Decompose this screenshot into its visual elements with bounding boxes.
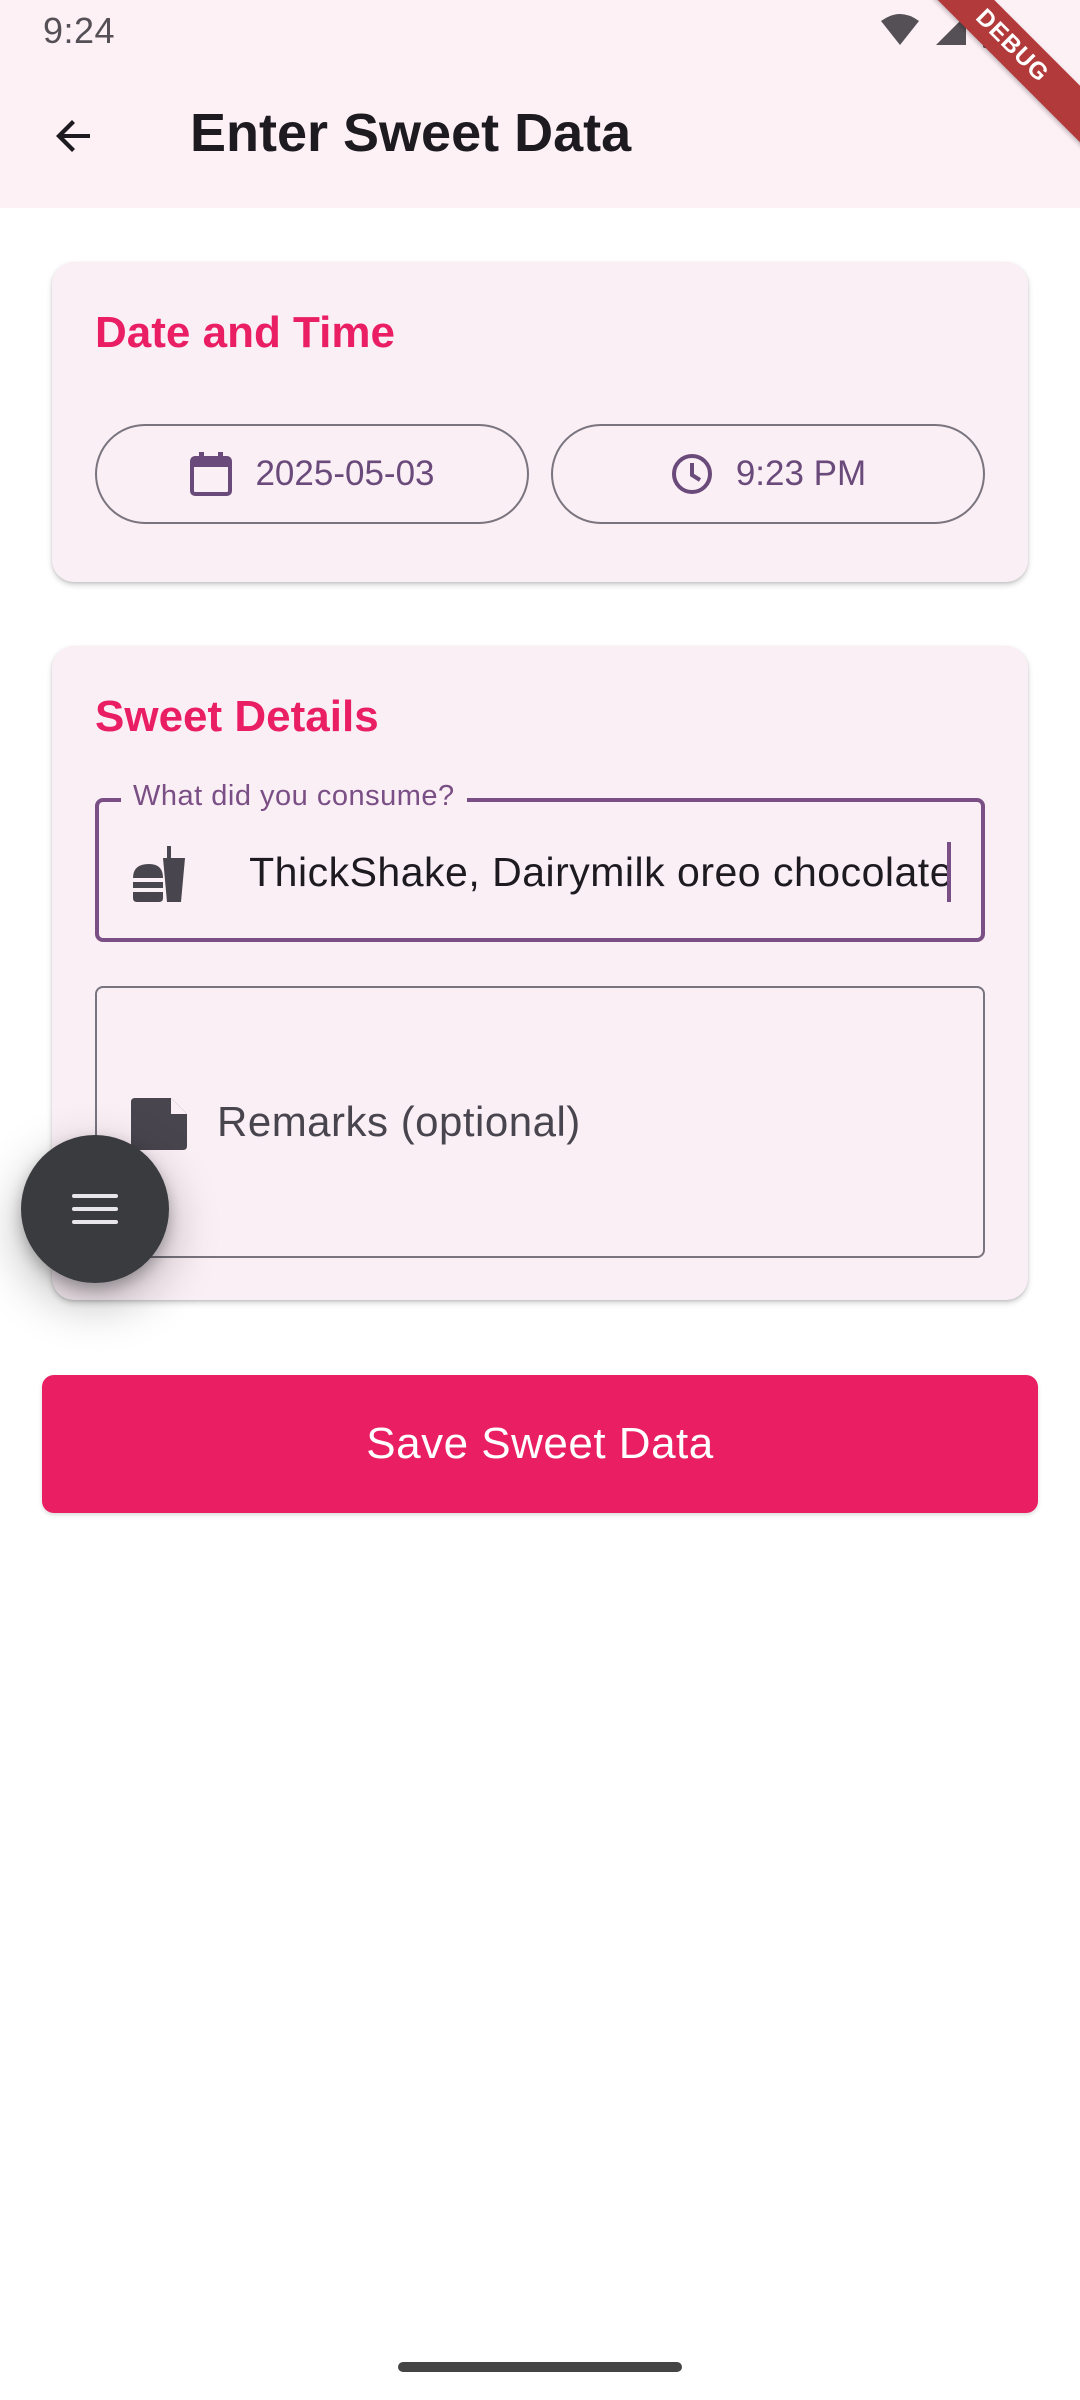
clock-icon (671, 454, 712, 494)
consume-input[interactable]: What did you consume? ThickShake, Dairym… (95, 780, 985, 942)
sweet-details-card: Sweet Details What did you consume? Thic… (52, 646, 1028, 1300)
menu-fab-button[interactable] (21, 1135, 169, 1283)
wifi-icon (881, 14, 919, 45)
app-header: 9:24 DEBUG Enter Sweet Data (0, 0, 1080, 208)
screen: 9:24 DEBUG Enter Sweet Data Date and Tim… (0, 0, 1080, 2400)
remarks-placeholder: Remarks (optional) (217, 1098, 581, 1145)
text-cursor (947, 842, 951, 902)
consume-value: ThickShake, Dairymilk oreo chocolate (249, 849, 953, 895)
time-picker-button[interactable]: 9:23 PM (551, 424, 985, 524)
date-time-card: Date and Time 2025-05-03 9:23 PM (52, 262, 1028, 582)
date-time-title: Date and Time (95, 308, 395, 357)
fastfood-icon (133, 846, 185, 902)
status-bar: 9:24 DEBUG (0, 0, 1080, 153)
calendar-icon (190, 452, 233, 496)
save-sweet-data-button[interactable]: Save Sweet Data (42, 1375, 1038, 1513)
consume-value-wrap: ThickShake, Dairymilk oreo chocolate (219, 840, 953, 904)
gesture-bar[interactable] (398, 2362, 682, 2372)
time-value: 9:23 PM (735, 454, 867, 493)
arrow-back-icon (56, 120, 90, 152)
menu-icon (72, 1194, 118, 1224)
status-time: 9:24 (43, 10, 116, 51)
page-title: Enter Sweet Data (190, 103, 632, 163)
consume-field-label: What did you consume? (121, 780, 467, 813)
sweet-details-title: Sweet Details (95, 692, 379, 741)
remarks-input[interactable]: Remarks (optional) (95, 986, 985, 1258)
date-value: 2025-05-03 (255, 454, 435, 493)
date-picker-button[interactable]: 2025-05-03 (95, 424, 529, 524)
note-icon (131, 1098, 187, 1150)
back-button[interactable] (38, 100, 110, 172)
